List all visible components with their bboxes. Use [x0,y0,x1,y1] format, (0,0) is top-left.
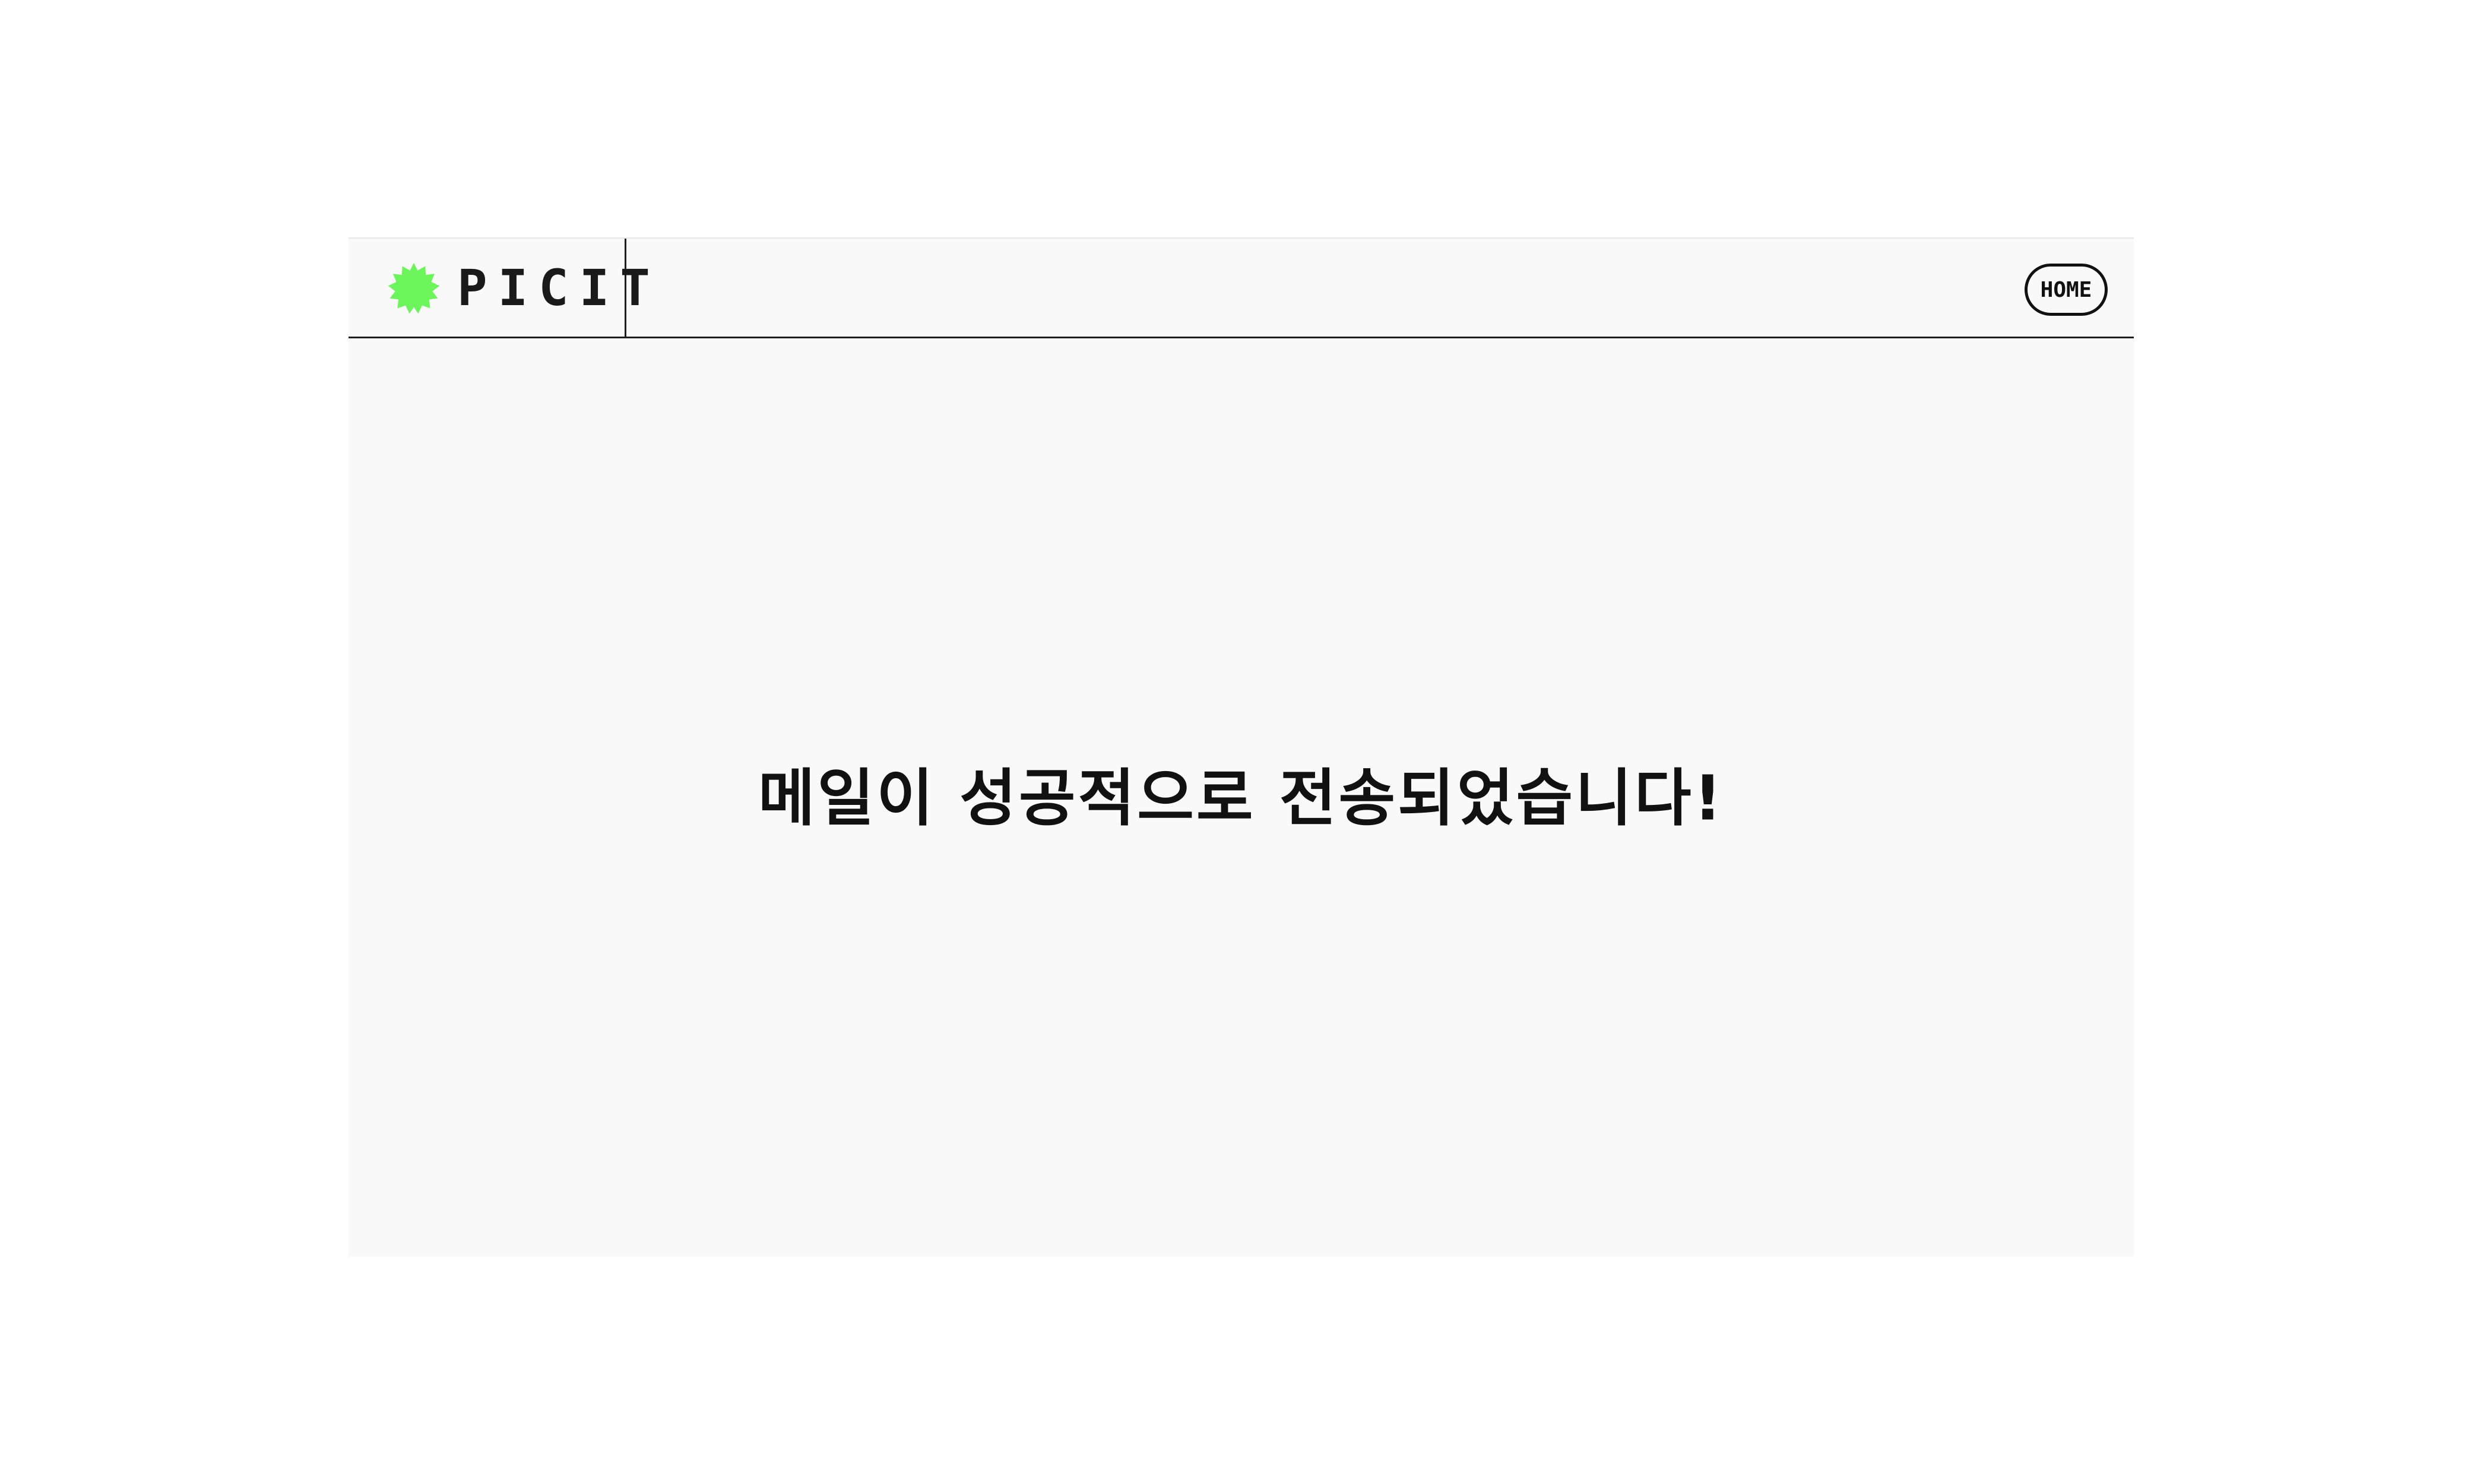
app-window: PICIT HOME 메일이 성공적으로 전송되었습니다! [349,237,2134,1257]
top-header: PICIT HOME [349,237,2134,338]
brand-area[interactable]: PICIT [349,239,650,337]
home-button[interactable]: HOME [2025,264,2108,316]
success-message: 메일이 성공적으로 전송되었습니다! [758,762,1725,835]
brand-name: PICIT [457,259,661,317]
main-content: 메일이 성공적으로 전송되었습니다! [349,338,2134,1257]
green-star-badge-icon [388,262,440,314]
